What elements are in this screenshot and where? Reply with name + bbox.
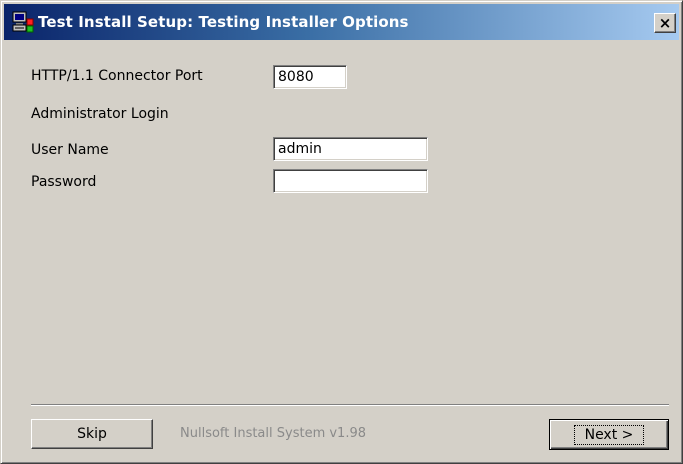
next-button[interactable]: Next > (549, 419, 669, 450)
installer-computer-icon (12, 11, 34, 33)
password-input[interactable] (273, 169, 428, 193)
installer-window: Test Install Setup: Testing Installer Op… (0, 0, 683, 464)
port-input[interactable] (273, 65, 347, 89)
title-bar[interactable]: Test Install Setup: Testing Installer Op… (4, 4, 679, 40)
branding-text: Nullsoft Install System v1.98 (180, 426, 367, 441)
window-title: Test Install Setup: Testing Installer Op… (38, 13, 409, 31)
port-label: HTTP/1.1 Connector Port (31, 68, 203, 84)
close-icon: × (658, 13, 672, 32)
skip-button[interactable]: Skip (31, 419, 153, 449)
footer-divider (31, 404, 669, 406)
username-input[interactable] (273, 137, 428, 161)
username-label: User Name (31, 142, 109, 158)
next-button-label: Next > (573, 424, 645, 445)
skip-button-label: Skip (77, 426, 107, 442)
password-label: Password (31, 174, 97, 190)
admin-section-label: Administrator Login (31, 106, 169, 122)
close-button[interactable]: × (654, 13, 676, 33)
